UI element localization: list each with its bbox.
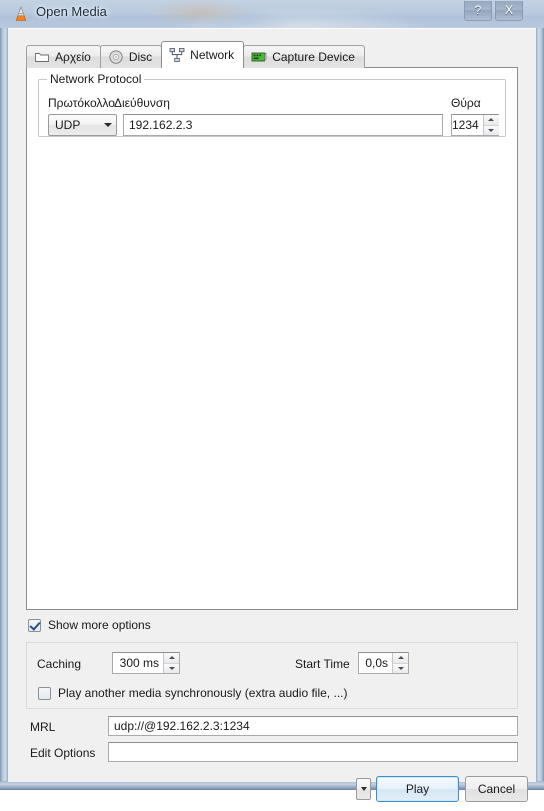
- tab-archive[interactable]: Αρχείο: [26, 45, 101, 68]
- dialog-button-bar: Play Cancel: [8, 767, 536, 811]
- capture-card-icon: [251, 49, 267, 65]
- show-more-options-label: Show more options: [48, 618, 151, 632]
- spin-down-icon[interactable]: [483, 124, 499, 135]
- tab-label: Disc: [128, 50, 153, 64]
- caching-spin-buttons: [163, 653, 179, 673]
- extra-options-panel: Caching 300 ms Start Time 0,0s Play anot…: [26, 642, 518, 709]
- network-tab-panel: Network Protocol Πρωτόκολλο Διεύθυνση Θύ…: [26, 67, 518, 610]
- port-stepper[interactable]: 1234: [451, 114, 499, 136]
- title-bar[interactable]: Open Media ? X: [0, 0, 544, 28]
- port-label: Θύρα: [451, 96, 481, 110]
- chevron-down-icon: [100, 115, 116, 135]
- start-time-value: 0,0s: [365, 656, 388, 670]
- caching-value: 300 ms: [119, 656, 159, 670]
- start-time-stepper[interactable]: 0,0s: [358, 652, 409, 674]
- port-spin-buttons: [482, 115, 499, 135]
- play-menu-button[interactable]: [356, 778, 371, 800]
- start-time-spin-buttons: [392, 653, 408, 673]
- window-title: Open Media: [36, 4, 107, 19]
- cancel-button[interactable]: Cancel: [465, 776, 528, 802]
- folder-icon: [34, 49, 50, 65]
- mrl-input[interactable]: udp://@192.162.2.3:1234: [108, 716, 518, 736]
- sync-media-row[interactable]: Play another media synchronously (extra …: [38, 686, 347, 700]
- sync-media-label: Play another media synchronously (extra …: [58, 686, 348, 700]
- tab-label: Network: [190, 48, 235, 62]
- network-icon: [169, 47, 185, 63]
- tab-capture-device[interactable]: Capture Device: [243, 45, 365, 68]
- caching-stepper[interactable]: 300 ms: [112, 652, 180, 674]
- tab-network[interactable]: Network: [161, 41, 245, 68]
- show-more-options-row[interactable]: Show more options: [28, 618, 151, 632]
- chevron-down-icon: [360, 787, 367, 791]
- dialog-body: Αρχείο Disc Network Capture Device Netwo…: [8, 28, 536, 802]
- spin-up-icon[interactable]: [483, 115, 499, 125]
- caching-label: Caching: [37, 657, 82, 671]
- tab-label: Capture Device: [272, 50, 355, 64]
- start-time-label: Start Time: [295, 657, 350, 671]
- protocol-label: Πρωτόκολλο: [48, 96, 115, 110]
- spin-down-icon[interactable]: [164, 662, 179, 673]
- show-more-options-checkbox[interactable]: [28, 618, 41, 632]
- sync-media-checkbox[interactable]: [38, 686, 51, 700]
- mrl-label: MRL: [30, 720, 56, 734]
- edit-options-label: Edit Options: [30, 746, 96, 760]
- window-border-right: [536, 0, 544, 790]
- protocol-selected-value: UDP: [55, 118, 81, 132]
- spin-down-icon[interactable]: [393, 662, 408, 673]
- disc-icon: [108, 49, 124, 65]
- spin-up-icon[interactable]: [393, 653, 408, 663]
- tab-disc[interactable]: Disc: [99, 45, 163, 68]
- tab-strip: Αρχείο Disc Network Capture Device: [26, 41, 365, 68]
- window-border-left: [0, 0, 8, 790]
- tab-label: Αρχείο: [55, 50, 91, 64]
- close-button[interactable]: X: [495, 1, 523, 21]
- vlc-cone-icon: [12, 5, 30, 23]
- window-frame: Open Media ? X Αρχείο Disc Network Captu…: [0, 0, 544, 802]
- port-value: 1234: [452, 118, 479, 132]
- help-button[interactable]: ?: [464, 1, 492, 21]
- edit-options-input[interactable]: [108, 742, 518, 762]
- play-button[interactable]: Play: [376, 776, 459, 802]
- network-protocol-groupbox: Network Protocol Πρωτόκολλο Διεύθυνση Θύ…: [38, 72, 506, 137]
- protocol-select[interactable]: UDP: [48, 114, 117, 136]
- address-input[interactable]: 192.162.2.3: [123, 114, 443, 136]
- groupbox-title: Network Protocol: [47, 72, 145, 86]
- spin-up-icon[interactable]: [164, 653, 179, 663]
- address-label: Διεύθυνση: [114, 96, 170, 110]
